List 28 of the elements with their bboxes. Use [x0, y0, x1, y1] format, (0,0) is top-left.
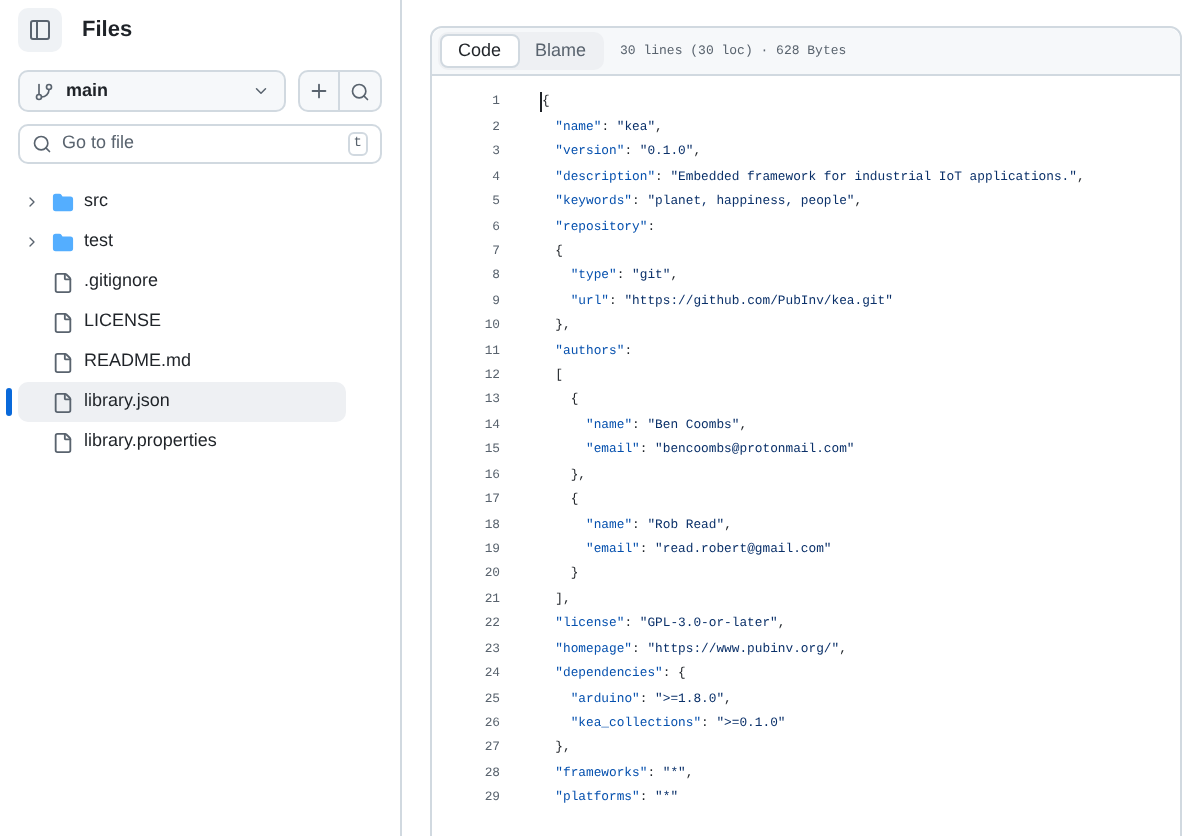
- file-icon: [52, 391, 74, 413]
- caret-icon: [252, 82, 270, 100]
- sidebar-toggle-button[interactable]: [18, 8, 62, 52]
- sidebar-icon: [28, 18, 52, 42]
- folder-icon: [52, 191, 74, 213]
- branch-dropdown[interactable]: main: [18, 70, 286, 112]
- file-icon: [52, 271, 74, 293]
- chevron-right-icon: [24, 234, 40, 250]
- file-icon: [52, 311, 74, 333]
- tree-item[interactable]: README.md: [18, 342, 382, 382]
- branch-icon: [34, 81, 54, 101]
- tree-item[interactable]: library.properties: [18, 422, 382, 462]
- search-icon: [32, 134, 52, 154]
- sidebar-title: Files: [82, 15, 133, 46]
- tree-item[interactable]: .gitignore: [18, 262, 382, 302]
- search-icon: [350, 81, 370, 101]
- tree-item[interactable]: library.json: [18, 382, 346, 422]
- tree-item[interactable]: src: [18, 182, 382, 222]
- tree-item[interactable]: test: [18, 222, 382, 262]
- chevron-right-icon: [24, 194, 40, 210]
- file-icon: [52, 351, 74, 373]
- view-tab[interactable]: Blame: [519, 34, 603, 68]
- go-to-file-input[interactable]: Go to file: [62, 130, 338, 158]
- view-tab[interactable]: Code: [440, 34, 520, 68]
- folder-icon: [52, 231, 74, 253]
- tree-item[interactable]: LICENSE: [18, 302, 382, 342]
- file-icon: [52, 431, 74, 453]
- plus-icon: [308, 80, 330, 102]
